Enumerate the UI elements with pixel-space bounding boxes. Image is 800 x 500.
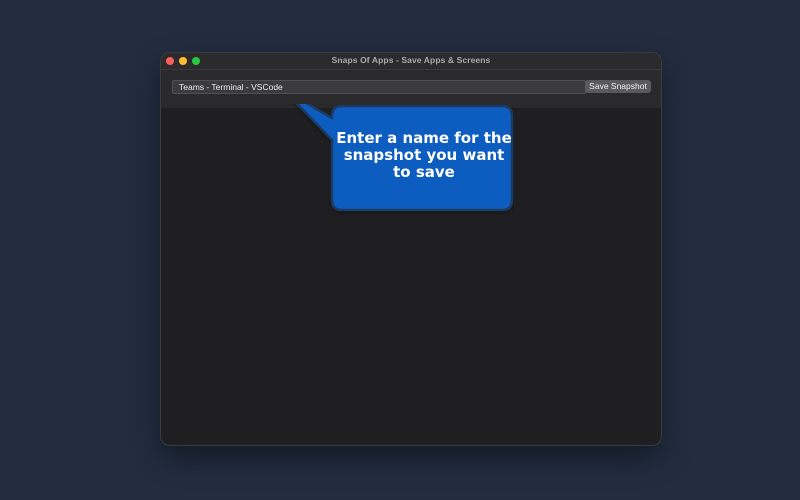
- save-snapshot-button[interactable]: Save Snapshot: [585, 80, 651, 93]
- tooltip-callout: Enter a name for the snapshot you want t…: [278, 104, 514, 222]
- callout-text: Enter a name for the snapshot you want t…: [336, 129, 512, 181]
- toolbar: Save Snapshot: [161, 70, 661, 108]
- window-title: Snaps Of Apps - Save Apps & Screens: [331, 55, 491, 65]
- title-bar[interactable]: Snaps Of Apps - Save Apps & Screens: [161, 53, 661, 70]
- snapshot-name-input[interactable]: [172, 80, 586, 94]
